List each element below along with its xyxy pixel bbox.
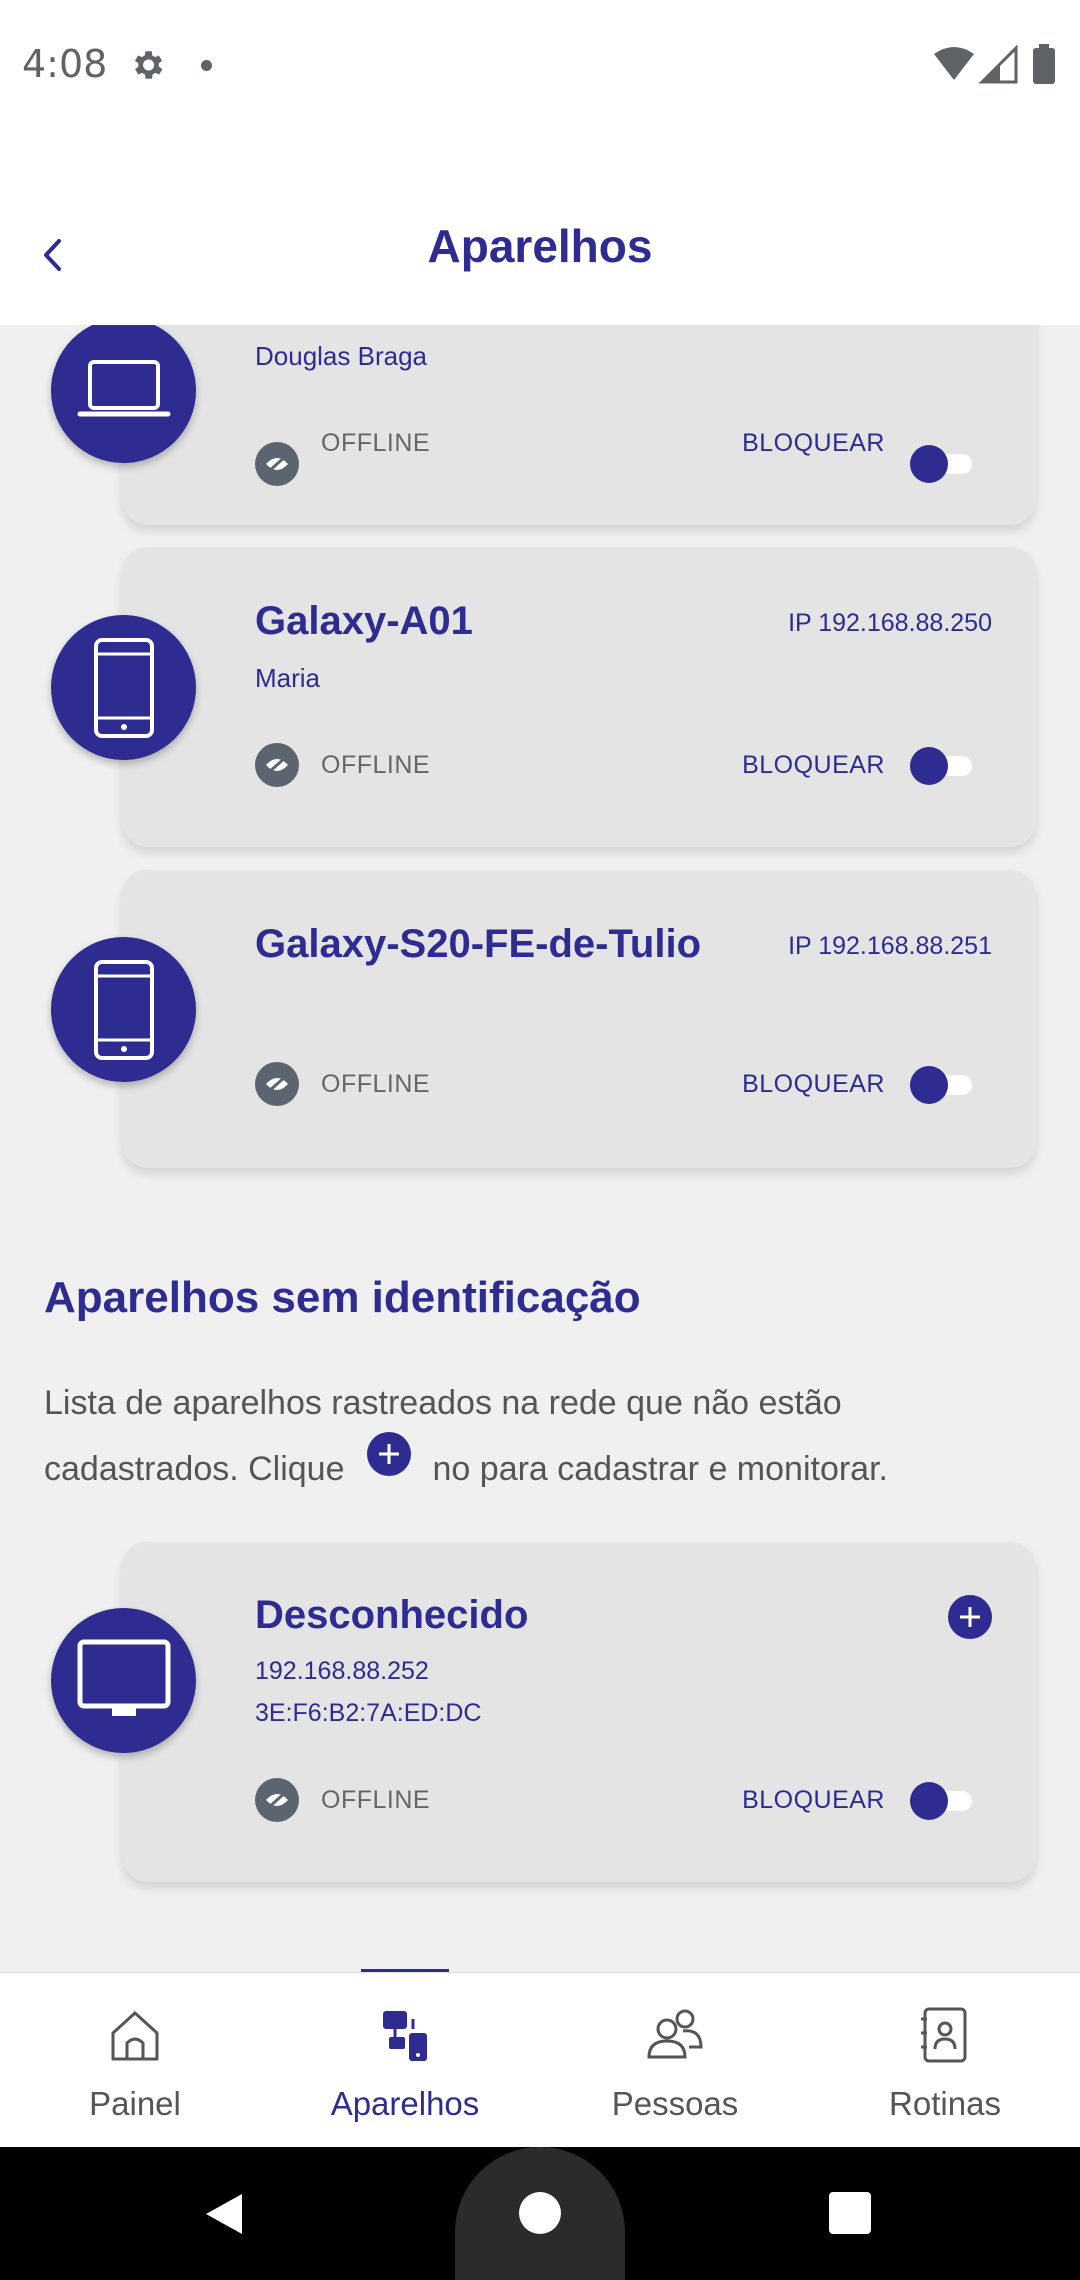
eye-off-icon (266, 1790, 288, 1810)
section-description: Lista de aparelhos rastreados na rede qu… (44, 1375, 1044, 1498)
nav-item-rotinas[interactable]: Rotinas (810, 1973, 1080, 2148)
offline-status-icon (255, 1062, 299, 1106)
device-status: OFFLINE (321, 751, 431, 779)
device-card[interactable] (122, 547, 1036, 847)
nav-label: Pessoas (611, 2085, 739, 2122)
nav-item-aparelhos[interactable]: Aparelhos (270, 1973, 540, 2148)
add-circle-icon (366, 1432, 411, 1476)
block-label: BLOQUEAR (742, 1786, 885, 1814)
block-label: BLOQUEAR (742, 1070, 885, 1098)
device-status: OFFLINE (321, 1070, 431, 1098)
device-avatar (51, 937, 196, 1082)
device-avatar (51, 1608, 196, 1753)
wifi-icon (934, 47, 974, 80)
device-card[interactable] (122, 870, 1036, 1168)
battery-icon (1033, 48, 1055, 84)
system-status-icons (934, 44, 1055, 84)
notification-dot-icon (201, 60, 212, 71)
page-title: Aparelhos (427, 220, 653, 272)
offline-status-icon (255, 442, 299, 486)
device-status: OFFLINE (321, 1786, 431, 1814)
people-icon (647, 2009, 703, 2059)
description-text-after: no para cadastrar e monitorar. (432, 1450, 888, 1488)
block-label: BLOQUEAR (742, 429, 885, 457)
device-ip: 192.168.88.252 (255, 1657, 429, 1685)
offline-status-icon (255, 743, 299, 787)
block-toggle[interactable] (910, 445, 976, 483)
eye-off-icon (266, 755, 288, 775)
status-bar: 4:08 (0, 0, 1080, 135)
routines-icon (921, 2007, 967, 2063)
device-owner: Maria (255, 663, 321, 693)
device-avatar (51, 615, 196, 760)
block-toggle[interactable] (910, 1782, 976, 1820)
device-list[interactable]: Douglas Braga OFFLINE BLOQUEAR Galaxy-A0… (0, 325, 1080, 1972)
app-header: Aparelhos (0, 135, 1080, 325)
system-back-icon[interactable] (202, 2190, 246, 2238)
nav-label: Rotinas (889, 2085, 1001, 2122)
eye-off-icon (266, 1074, 288, 1094)
device-name: Galaxy-A01 (255, 599, 473, 643)
block-toggle[interactable] (910, 747, 976, 785)
nav-item-pessoas[interactable]: Pessoas (540, 1973, 810, 2148)
device-mac: 3E:F6:B2:7A:ED:DC (255, 1699, 482, 1727)
device-ip: IP 192.168.88.250 (788, 609, 992, 637)
nav-item-painel[interactable]: Painel (0, 1973, 270, 2148)
laptop-icon (77, 359, 170, 416)
block-label: BLOQUEAR (742, 751, 885, 779)
phone-icon (93, 959, 154, 1060)
add-device-button[interactable] (948, 1595, 992, 1639)
section-title: Aparelhos sem identificação (44, 1273, 641, 1322)
offline-status-icon (255, 1778, 299, 1822)
settings-gear-icon (134, 51, 163, 79)
device-owner: Douglas Braga (255, 341, 427, 371)
bottom-navigation: Painel Aparelhos Pessoas Rotinas (0, 1972, 1080, 2147)
device-ip: IP 192.168.88.251 (788, 932, 992, 960)
nav-label: Painel (89, 2085, 181, 2122)
device-name: Desconhecido (255, 1593, 529, 1637)
device-status: OFFLINE (321, 429, 431, 457)
system-recents-icon[interactable] (829, 2192, 871, 2234)
monitor-icon (77, 1639, 170, 1716)
phone-icon (93, 637, 154, 738)
system-home-icon[interactable] (519, 2192, 561, 2234)
status-time: 4:08 (22, 42, 108, 86)
block-toggle[interactable] (910, 1066, 976, 1104)
nav-label: Aparelhos (330, 2085, 480, 2122)
home-icon (111, 2011, 159, 2061)
eye-off-icon (266, 454, 288, 474)
device-name: Galaxy-S20-FE-de-Tulio (255, 922, 702, 966)
devices-icon (383, 2011, 427, 2061)
